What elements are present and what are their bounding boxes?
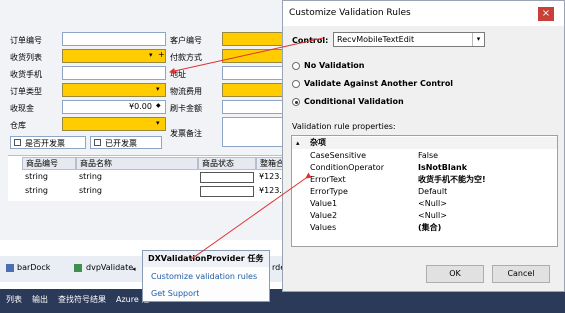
arrow-to-phone-field xyxy=(169,37,324,74)
annotation-arrows xyxy=(169,37,324,261)
arrow-from-popup xyxy=(189,172,312,261)
